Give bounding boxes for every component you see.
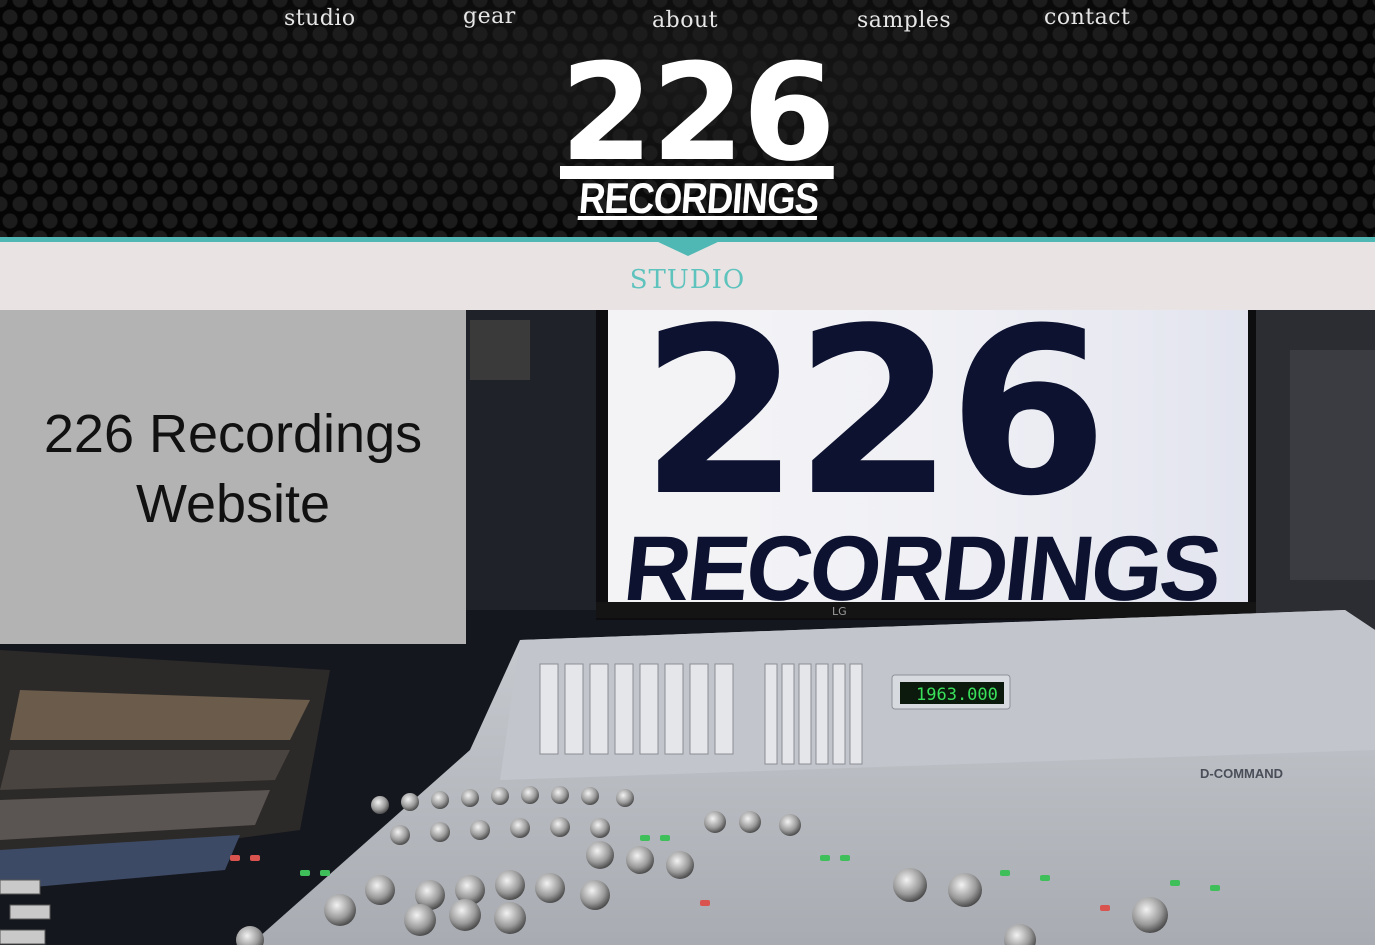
monitor: 226 RECORDINGS LG	[596, 310, 1256, 620]
nav-samples-link[interactable]: samples	[857, 8, 951, 33]
nav-studio-link[interactable]: studio	[284, 6, 356, 31]
nav-contact-link[interactable]: contact	[1044, 5, 1130, 30]
page: studio gear about samples contact 226 RE…	[0, 0, 1375, 945]
console-brand: D-COMMAND	[1200, 766, 1283, 781]
monitor-brand: LG	[832, 605, 847, 618]
counter-display: 1963.000	[916, 685, 998, 705]
site-logo[interactable]: 226 RECORDINGS	[560, 35, 836, 232]
section-title: STUDIO	[629, 265, 746, 295]
nav-gear-link[interactable]: gear	[463, 4, 516, 29]
hero-overlay-text: 226 Recordings Website	[43, 404, 423, 534]
screen-number: 226	[640, 310, 1102, 547]
header: studio gear about samples contact 226 RE…	[0, 0, 1375, 238]
section-pointer	[656, 241, 720, 256]
hero-overlay-box: 226 Recordings Website	[0, 310, 466, 644]
nav-about-link[interactable]: about	[652, 8, 718, 33]
logo-wordmark: RECORDINGS	[577, 175, 821, 223]
logo-number: 226	[560, 35, 836, 191]
